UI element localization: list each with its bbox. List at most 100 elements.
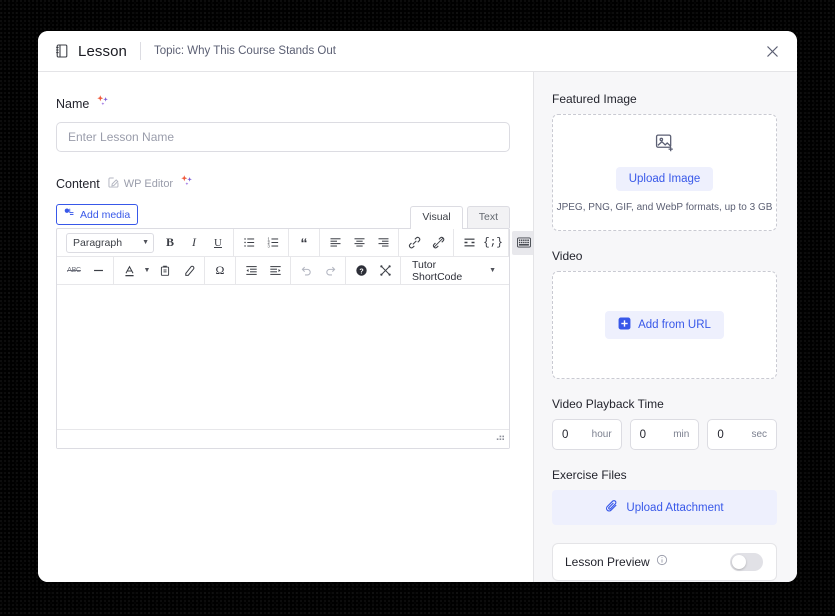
playback-hour-field[interactable]: 0 hour bbox=[552, 419, 622, 450]
playback-min-field[interactable]: 0 min bbox=[629, 419, 700, 450]
featured-image-label: Featured Image bbox=[552, 92, 637, 106]
exercise-files-section: Exercise Files Upload Attachment bbox=[552, 468, 777, 525]
text-color-chevron-down-icon[interactable]: ▼ bbox=[141, 259, 153, 283]
horizontal-rule-icon[interactable] bbox=[86, 259, 110, 283]
undo-icon[interactable] bbox=[294, 259, 318, 283]
right-pane: Featured Image Upload Image JPEG, PNG, G… bbox=[534, 72, 797, 582]
video-dropzone[interactable]: Add from URL bbox=[552, 271, 777, 379]
featured-image-dropzone[interactable]: Upload Image JPEG, PNG, GIF, and WebP fo… bbox=[552, 114, 777, 231]
toolbar-group-history bbox=[291, 257, 346, 284]
header-subtitle: Topic: Why This Course Stands Out bbox=[153, 45, 336, 57]
toolbar-group-insert: {;} bbox=[454, 229, 509, 256]
editor-toolbar-row-2: ABC ▼ Ω ? Tutor ShortCode ▼ bbox=[57, 257, 509, 285]
ai-sparkle-icon[interactable] bbox=[180, 174, 194, 193]
lesson-preview-row: Lesson Preview bbox=[552, 543, 777, 581]
indent-icon[interactable] bbox=[263, 259, 287, 283]
add-media-button[interactable]: Add media bbox=[56, 204, 139, 225]
toolbar-toggle-icon[interactable] bbox=[512, 230, 533, 255]
video-playback-time-section: Video Playback Time 0 hour 0 min 0 sec bbox=[552, 397, 778, 450]
numbered-list-icon[interactable]: 1 2 3 bbox=[261, 231, 285, 255]
tab-text[interactable]: Text bbox=[466, 206, 510, 228]
read-more-icon[interactable] bbox=[457, 231, 481, 255]
blockquote-icon[interactable]: “ bbox=[292, 231, 316, 255]
upload-image-button[interactable]: Upload Image bbox=[615, 167, 714, 191]
add-from-url-label: Add from URL bbox=[638, 319, 711, 331]
redo-icon[interactable] bbox=[318, 259, 342, 283]
featured-image-section: Featured Image Upload Image JPEG, PNG, G… bbox=[552, 92, 777, 231]
editor-box: Paragraph ▼ B I U 1 2 3 “ {;} ABC ▼ Ω ? … bbox=[56, 228, 533, 449]
upload-attachment-button[interactable]: Upload Attachment bbox=[552, 490, 777, 525]
playback-sec-unit: sec bbox=[751, 429, 768, 440]
clear-formatting-icon[interactable] bbox=[177, 259, 201, 283]
info-icon[interactable] bbox=[656, 553, 668, 571]
add-media-label: Add media bbox=[80, 208, 131, 221]
featured-image-hint: JPEG, PNG, GIF, and WebP formats, up to … bbox=[556, 202, 773, 213]
fullscreen-icon[interactable] bbox=[373, 259, 397, 283]
playback-hour-value: 0 bbox=[562, 428, 569, 441]
toolbar-group-align bbox=[320, 229, 399, 256]
tutor-shortcode-label: Tutor ShortCode bbox=[412, 258, 463, 283]
editor-status-bar bbox=[57, 430, 509, 448]
name-label: Name bbox=[56, 96, 90, 111]
text-color-icon[interactable] bbox=[117, 259, 141, 283]
content-label-row: Content WP Editor bbox=[56, 174, 515, 193]
image-add-icon bbox=[654, 132, 676, 159]
chevron-down-icon: ▼ bbox=[142, 239, 149, 246]
wp-editor-toggle[interactable]: WP Editor bbox=[107, 176, 173, 192]
lesson-modal: Lesson Topic: Why This Course Stands Out… bbox=[38, 31, 797, 582]
toolbar-group-color: ▼ bbox=[114, 257, 205, 284]
help-icon[interactable]: ? bbox=[349, 259, 373, 283]
editor-toolbar-row-1: Paragraph ▼ B I U 1 2 3 “ {;} bbox=[57, 229, 533, 257]
modal-body: Name Content bbox=[38, 72, 797, 582]
link-icon[interactable] bbox=[402, 231, 426, 255]
lesson-name-input[interactable] bbox=[56, 122, 510, 152]
tab-visual[interactable]: Visual bbox=[410, 206, 463, 229]
outdent-icon[interactable] bbox=[239, 259, 263, 283]
name-label-row: Name bbox=[56, 94, 515, 113]
plus-square-icon bbox=[618, 317, 631, 333]
editor-topbar: Add media Visual Text bbox=[56, 202, 510, 229]
editor-resize-handle[interactable] bbox=[495, 429, 506, 447]
lesson-preview-toggle[interactable] bbox=[730, 553, 763, 571]
paperclip-icon bbox=[605, 499, 619, 516]
svg-text:?: ? bbox=[359, 268, 363, 275]
toolbar-group-toggle bbox=[509, 229, 533, 256]
chevron-down-icon: ▼ bbox=[489, 267, 496, 274]
playback-sec-field[interactable]: 0 sec bbox=[707, 419, 778, 450]
header-divider bbox=[139, 42, 141, 60]
close-button[interactable] bbox=[761, 40, 783, 62]
svg-text:3: 3 bbox=[267, 243, 270, 248]
bulleted-list-icon[interactable] bbox=[237, 231, 261, 255]
playback-min-value: 0 bbox=[639, 428, 647, 441]
upload-attachment-label: Upload Attachment bbox=[626, 501, 724, 514]
ai-sparkle-icon[interactable] bbox=[96, 94, 110, 113]
shortcode-icon[interactable]: {;} bbox=[481, 231, 505, 255]
toolbar-group-special: Ω bbox=[205, 257, 236, 284]
add-from-url-button[interactable]: Add from URL bbox=[605, 311, 724, 339]
paste-as-text-icon[interactable] bbox=[153, 259, 177, 283]
align-right-icon[interactable] bbox=[371, 231, 395, 255]
exercise-files-label: Exercise Files bbox=[552, 468, 627, 482]
toggle-knob bbox=[732, 555, 746, 569]
modal-header: Lesson Topic: Why This Course Stands Out bbox=[38, 31, 797, 72]
align-left-icon[interactable] bbox=[323, 231, 347, 255]
notebook-icon bbox=[54, 43, 70, 59]
italic-icon[interactable]: I bbox=[182, 231, 206, 255]
lesson-preview-label: Lesson Preview bbox=[565, 555, 650, 569]
align-center-icon[interactable] bbox=[347, 231, 371, 255]
video-section: Video Add from URL bbox=[552, 249, 777, 379]
unlink-icon[interactable] bbox=[426, 231, 450, 255]
video-playback-time-row: 0 hour 0 min 0 sec bbox=[552, 419, 778, 450]
page-title: Lesson bbox=[78, 42, 127, 60]
tutor-shortcode-dropdown[interactable]: Tutor ShortCode ▼ bbox=[404, 259, 504, 283]
bold-icon[interactable]: B bbox=[158, 231, 182, 255]
toolbar-group-strike: ABC bbox=[59, 257, 114, 284]
toolbar-group-help: ? bbox=[346, 257, 401, 284]
wp-editor-label: WP Editor bbox=[123, 177, 174, 190]
special-character-icon[interactable]: Ω bbox=[208, 259, 232, 283]
strikethrough-icon[interactable]: ABC bbox=[62, 259, 86, 283]
paragraph-format-select[interactable]: Paragraph ▼ bbox=[66, 232, 154, 253]
wp-editor: Add media Visual Text Paragraph ▼ B I U … bbox=[56, 202, 533, 449]
underline-icon[interactable]: U bbox=[206, 231, 230, 255]
editor-content-area[interactable] bbox=[57, 285, 509, 430]
